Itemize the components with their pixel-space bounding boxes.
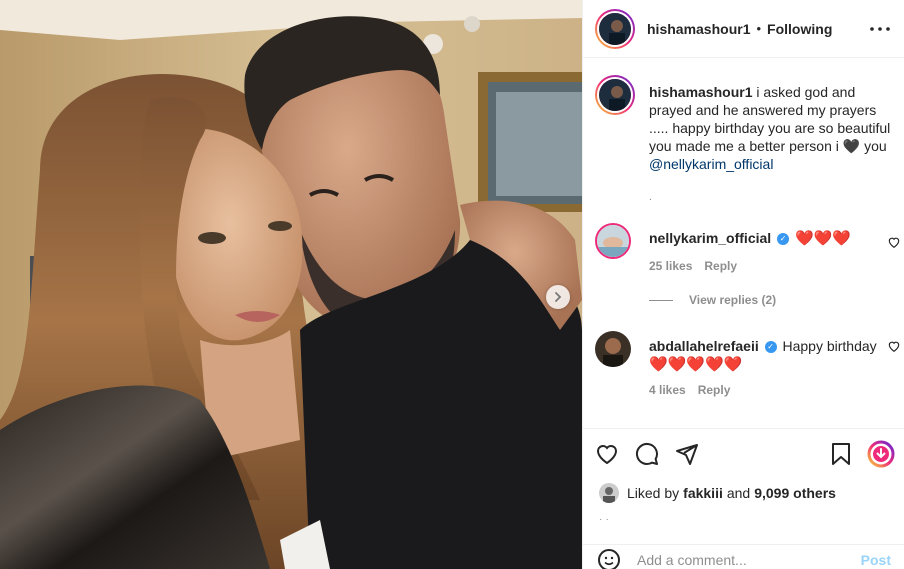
download-icon	[867, 440, 895, 467]
emoji-icon[interactable]	[597, 548, 621, 569]
caption-mention-link[interactable]: @nellykarim_official	[649, 156, 773, 172]
black-heart-emoji: 🖤	[842, 138, 861, 154]
share-button[interactable]	[667, 434, 707, 474]
comment-likes[interactable]: 25 likes	[649, 259, 692, 273]
comment-button[interactable]	[627, 434, 667, 474]
caption-avatar[interactable]	[595, 75, 635, 115]
post-image	[0, 0, 582, 569]
instagram-post-modal: hishamashour1 • Following hishamashour1 …	[0, 0, 904, 569]
add-comment-input[interactable]	[637, 551, 861, 568]
comment-likes[interactable]: 4 likes	[649, 383, 686, 397]
comment-body: abdallahelrefaeii ✓ Happy birthday ❤️❤️❤️…	[649, 337, 885, 374]
more-horizontal-icon	[870, 26, 890, 31]
view-replies-button[interactable]: View replies (2)	[649, 293, 776, 307]
separator-dot: •	[756, 21, 762, 36]
liker-avatar[interactable]	[599, 483, 619, 503]
next-photo-button[interactable]	[546, 285, 570, 309]
like-comment-heart-icon[interactable]	[887, 339, 901, 353]
heart-icon	[596, 444, 618, 464]
caption-text: hishamashour1 i asked god and prayed and…	[649, 83, 899, 173]
reply-button[interactable]: Reply	[704, 259, 737, 273]
verified-badge-icon: ✓	[777, 233, 790, 246]
others-likes-link[interactable]: 9,099 others	[754, 485, 836, 501]
caption-tail: .	[649, 191, 653, 203]
post-actions-bar	[583, 428, 904, 478]
post-time: · ·	[599, 514, 610, 525]
save-button[interactable]	[821, 434, 861, 474]
commenter-avatar[interactable]	[595, 331, 631, 367]
download-button[interactable]	[861, 434, 901, 474]
add-comment-bar: Post	[583, 544, 904, 569]
author-avatar[interactable]	[595, 8, 635, 49]
like-button[interactable]	[587, 434, 627, 474]
liked-by-and: and	[726, 485, 751, 501]
hearts-emoji: ❤️❤️❤️❤️❤️	[649, 356, 743, 373]
replies-line	[649, 299, 673, 301]
author-username[interactable]: hishamashour1	[647, 21, 750, 37]
bookmark-icon	[832, 442, 850, 465]
like-comment-heart-icon[interactable]	[887, 235, 901, 249]
comment-bubble-icon	[635, 442, 658, 465]
comment-username[interactable]: nellykarim_official	[649, 230, 771, 246]
caption-body-end: you	[860, 138, 887, 154]
comment-meta: 25 likes Reply	[649, 259, 749, 273]
liked-by-prefix: Liked by	[627, 485, 680, 501]
liker-username[interactable]: fakkiii	[683, 485, 723, 501]
caption-username[interactable]: hishamashour1	[649, 84, 752, 100]
commenter-avatar[interactable]	[595, 223, 631, 259]
following-button[interactable]: Following	[767, 21, 832, 37]
view-replies-label: View replies (2)	[689, 293, 777, 307]
paper-plane-icon	[676, 443, 698, 465]
post-comment-button[interactable]: Post	[861, 552, 891, 568]
post-header: hishamashour1 • Following	[583, 0, 904, 58]
comment-text: Happy birthday	[782, 338, 877, 354]
comment-body: nellykarim_official ✓ ❤️❤️❤️	[649, 229, 885, 248]
hearts-emoji: ❤️❤️❤️	[794, 230, 851, 247]
likes-summary: Liked by fakkiii and 9,099 others	[599, 483, 840, 503]
post-photo[interactable]	[0, 0, 582, 569]
more-options-button[interactable]	[868, 17, 892, 41]
comment-meta: 4 likes Reply	[649, 383, 742, 397]
post-side-panel: hishamashour1 • Following hishamashour1 …	[582, 0, 904, 569]
reply-button[interactable]: Reply	[698, 383, 731, 397]
comment-username[interactable]: abdallahelrefaeii	[649, 338, 759, 354]
comments-list[interactable]: hishamashour1 i asked god and prayed and…	[583, 59, 904, 427]
verified-badge-icon: ✓	[764, 341, 777, 354]
chevron-right-icon	[555, 292, 562, 302]
